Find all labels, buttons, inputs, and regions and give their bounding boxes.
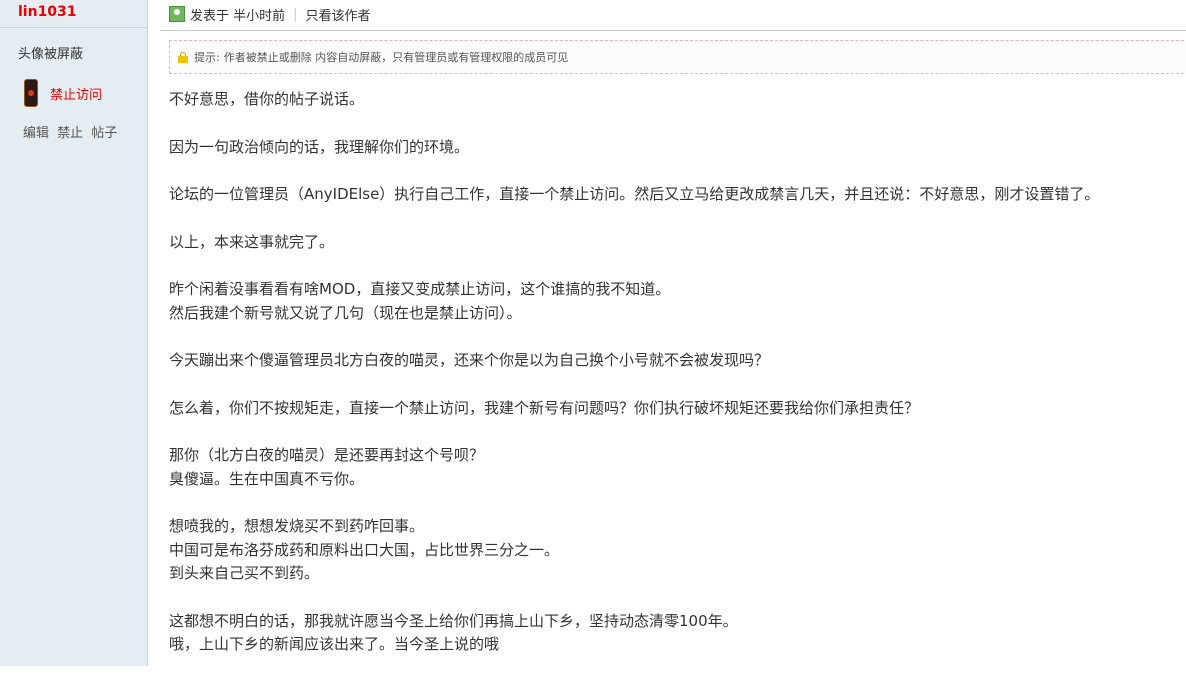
post-line: 昨个闲着没事看看有啥MOD，直接又变成禁止访问，这个谁搞的我不知道。 <box>169 280 671 298</box>
post-line: 臭傻逼。生在中国真不亏你。 <box>169 469 365 488</box>
post-content: 不好意思，借你的帖子说话。 因为一句政治倾向的话，我理解你们的环境。 论坛的一位… <box>169 88 1179 681</box>
avatar-blocked-notice: 头像被屏蔽 <box>18 47 84 62</box>
only-author-link[interactable]: 只看该作者 <box>306 5 371 24</box>
post-line: 因为一句政治倾向的话，我理解你们的环境。 <box>169 137 470 156</box>
posts-link[interactable]: 帖子 <box>91 126 117 141</box>
ban-link[interactable]: 禁止 <box>57 126 83 141</box>
post-paragraph: 这都想不明白的话，那我就许愿当今圣上给你们再搞上山下乡，坚持动态清零100年。 … <box>169 610 1179 657</box>
post-meta: 发表于 半小时前 | 只看该作者 <box>169 4 371 24</box>
post-time: 发表于 半小时前 <box>190 8 286 24</box>
post-line: 怎么着，你们不按规矩走，直接一个禁止访问，我建个新号有问题吗？你们执行破坏规矩还… <box>169 398 920 417</box>
post-line: 想喷我的，想想发烧买不到药咋回事。 <box>169 517 425 535</box>
blocked-content-notice: 提示: 作者被禁止或删除 内容自动屏蔽，只有管理员或有管理权限的成员可见 <box>169 40 1186 74</box>
header-divider <box>160 30 1186 31</box>
medal-icon <box>24 79 38 107</box>
admin-links: 编辑 禁止 帖子 <box>23 122 121 141</box>
ban-status-label[interactable]: 禁止访问 <box>50 84 102 103</box>
post-paragraph: 不好意思，借你的帖子说话。 <box>169 88 1179 112</box>
notice-text: 作者被禁止或删除 内容自动屏蔽，只有管理员或有管理权限的成员可见 <box>223 51 569 64</box>
post-line: 这都想不明白的话，那我就许愿当今圣上给你们再搞上山下乡，坚持动态清零100年。 <box>169 611 738 630</box>
post-line: 今天蹦出来个傻逼管理员北方白夜的喵灵，还来个你是以为自己换个小号就不会被发现吗？ <box>169 351 770 369</box>
post-line: 中国可是布洛芬成药和原料出口大国，占比世界三分之一。 <box>169 540 560 559</box>
meta-divider: | <box>293 6 298 22</box>
post-paragraph: 以上，本来这事就完了。 <box>169 231 1179 255</box>
author-username[interactable]: lin1031 <box>18 4 77 20</box>
post-line: 不好意思，借你的帖子说话。 <box>169 90 365 108</box>
post-line: 然后我建个新号就又说了几句（现在也是禁止访问）。 <box>169 303 522 322</box>
post-line: 论坛的一位管理员（AnyIDElse）执行自己工作，直接一个禁止访问。然后又立马… <box>169 185 1100 203</box>
online-status-icon <box>169 6 185 22</box>
author-sidebar: lin1031 头像被屏蔽 禁止访问 编辑 禁止 帖子 <box>0 0 148 666</box>
notice-label: 提示: <box>194 51 220 64</box>
post-paragraph: 想喷我的，想想发烧买不到药咋回事。 中国可是布洛芬成药和原料出口大国，占比世界三… <box>169 515 1179 586</box>
post-paragraph: 因为一句政治倾向的话，我理解你们的环境。 <box>169 136 1179 160</box>
ban-status-row: 禁止访问 <box>24 79 102 107</box>
post-paragraph: 论坛的一位管理员（AnyIDElse）执行自己工作，直接一个禁止访问。然后又立马… <box>169 183 1179 207</box>
post-line: 哦，上山下乡的新闻应该出来了。当今圣上说的哦 <box>169 635 500 653</box>
post-line: 那你（北方白夜的喵灵）是还要再封这个号呗？ <box>169 446 485 464</box>
post-line: 到头来自己买不到药。 <box>169 564 320 582</box>
post-line: 以上，本来这事就完了。 <box>169 232 335 251</box>
post-paragraph: 怎么着，你们不按规矩走，直接一个禁止访问，我建个新号有问题吗？你们执行破坏规矩还… <box>169 397 1179 421</box>
post-paragraph: 昨个闲着没事看看有啥MOD，直接又变成禁止访问，这个谁搞的我不知道。 然后我建个… <box>169 278 1179 325</box>
post-paragraph: 那你（北方白夜的喵灵）是还要再封这个号呗？ 臭傻逼。生在中国真不亏你。 <box>169 444 1179 491</box>
sidebar-divider <box>0 27 147 28</box>
lock-icon <box>178 51 188 63</box>
edit-link[interactable]: 编辑 <box>23 126 49 141</box>
post-paragraph: 今天蹦出来个傻逼管理员北方白夜的喵灵，还来个你是以为自己换个小号就不会被发现吗？ <box>169 349 1179 373</box>
